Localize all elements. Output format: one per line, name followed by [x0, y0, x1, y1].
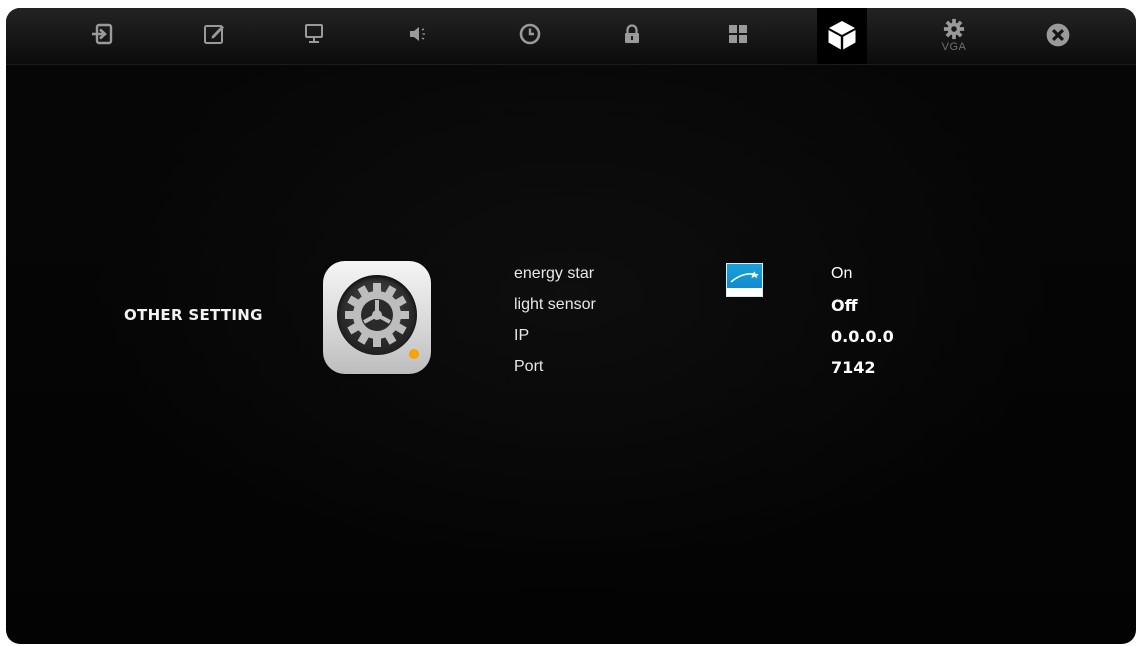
input-icon — [92, 23, 113, 45]
cube-icon — [828, 21, 856, 50]
tab-time[interactable] — [502, 8, 558, 64]
grid-icon — [729, 25, 747, 43]
speaker-icon — [410, 27, 425, 41]
setting-value-ip[interactable]: 0.0.0.0 — [831, 327, 894, 346]
tab-lock[interactable] — [604, 8, 660, 64]
tab-layout[interactable] — [710, 8, 766, 64]
status-dot — [409, 349, 419, 359]
setting-value-light-sensor[interactable]: Off — [831, 296, 858, 315]
clock-icon — [519, 23, 541, 45]
gear-icon — [943, 18, 965, 40]
close-icon — [1046, 23, 1070, 47]
tab-display[interactable] — [286, 8, 342, 64]
energy-star-band — [727, 288, 762, 296]
setting-value-energy-star[interactable]: On — [831, 265, 852, 283]
energy-star-logo — [726, 263, 763, 297]
edit-icon — [204, 25, 224, 44]
tab-close[interactable] — [1030, 8, 1086, 64]
setting-value-port[interactable]: 7142 — [831, 358, 876, 377]
section-title: OTHER SETTING — [124, 306, 263, 324]
tab-other[interactable] — [817, 8, 867, 64]
osd-screen: VGA OTHER SETTING energy star light sens… — [6, 8, 1136, 644]
tab-vga[interactable]: VGA — [926, 8, 982, 64]
gear-glyph — [345, 283, 409, 347]
menu-toolbar: VGA — [6, 8, 1136, 65]
monitor-icon — [305, 24, 323, 43]
setting-label-ip[interactable]: IP — [514, 327, 529, 345]
tab-input[interactable] — [74, 8, 130, 64]
tab-edit[interactable] — [186, 8, 242, 64]
lock-icon — [625, 24, 639, 43]
settings-gear-dial — [337, 275, 417, 355]
setting-label-light-sensor[interactable]: light sensor — [514, 296, 596, 314]
tab-audio[interactable] — [390, 8, 446, 64]
tab-vga-label: VGA — [941, 41, 967, 53]
setting-label-port[interactable]: Port — [514, 358, 543, 376]
setting-label-energy-star[interactable]: energy star — [514, 265, 594, 283]
settings-gear-icon — [323, 261, 431, 374]
